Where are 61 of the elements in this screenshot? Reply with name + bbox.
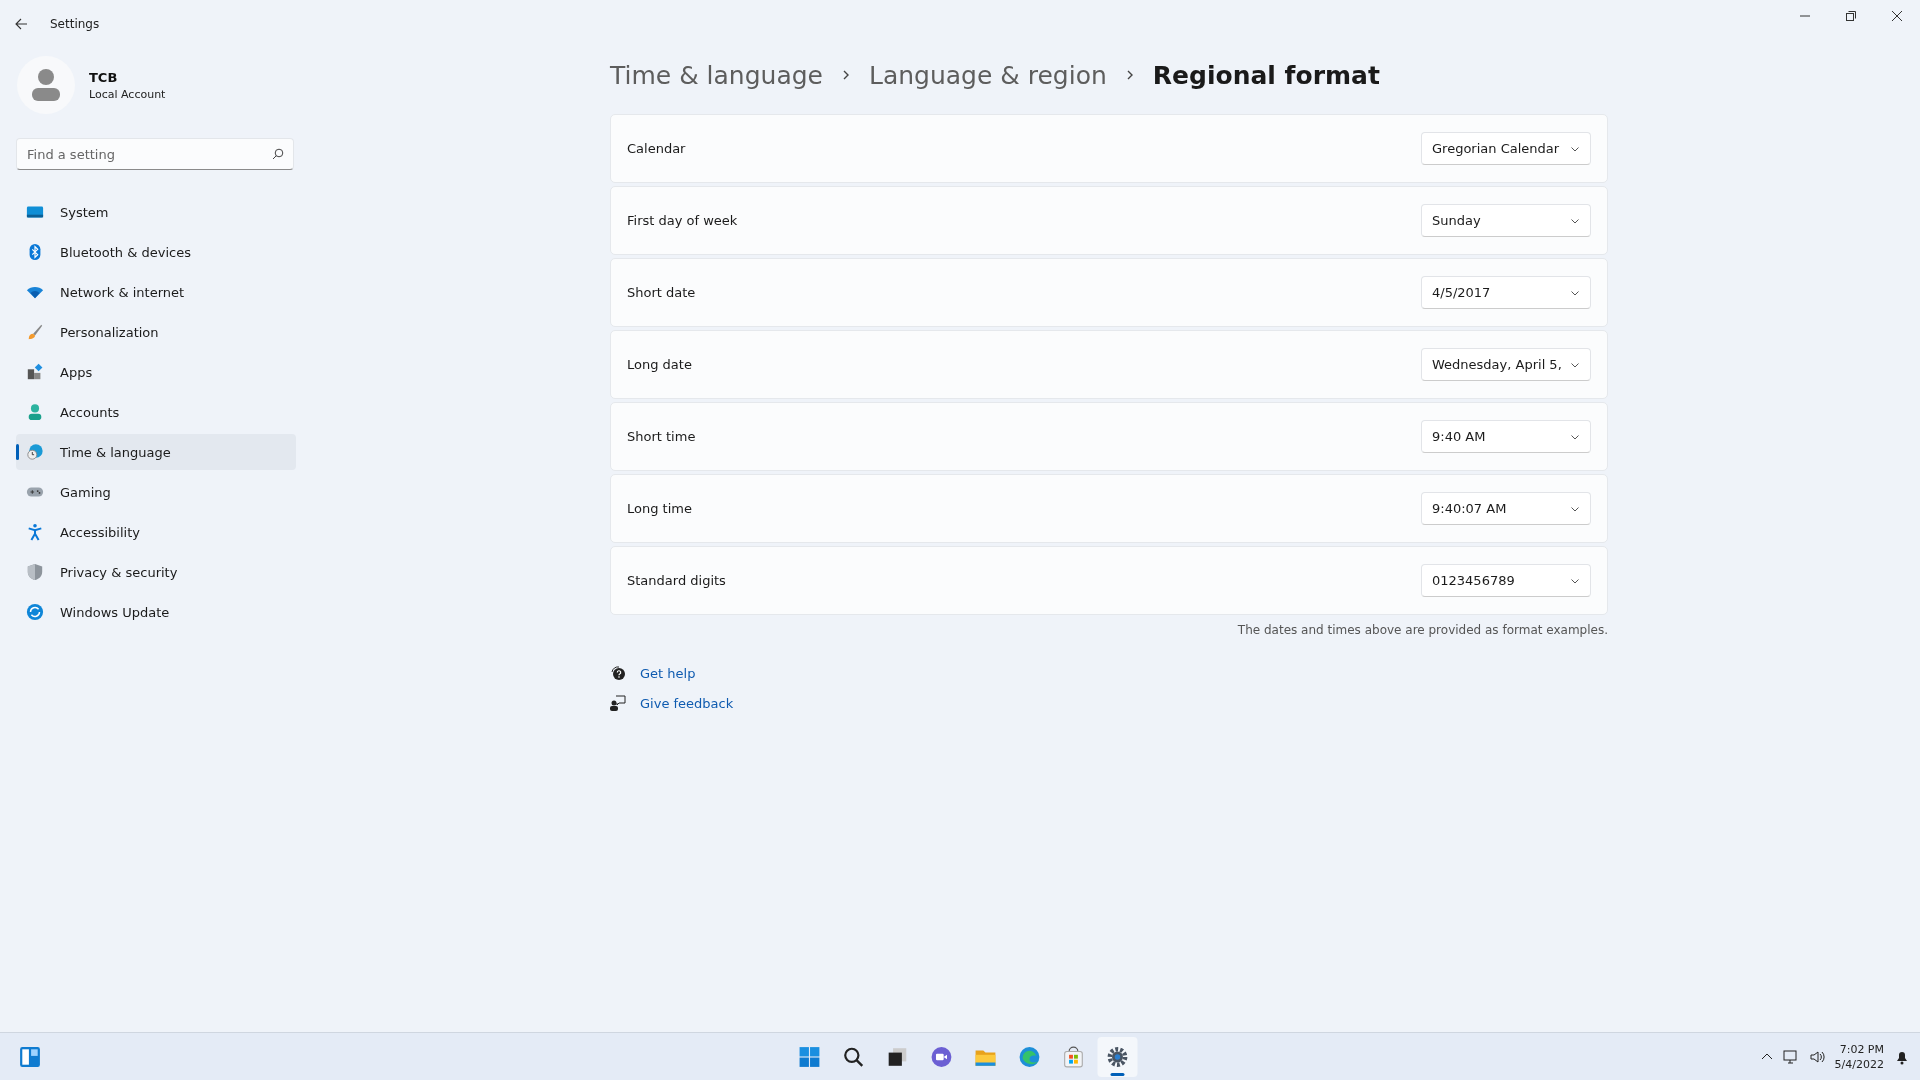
chat-icon bbox=[930, 1045, 953, 1068]
search-icon bbox=[842, 1045, 865, 1068]
nav-item[interactable]: Personalization bbox=[16, 314, 296, 350]
person-icon bbox=[26, 403, 44, 421]
close-icon bbox=[1892, 11, 1902, 21]
nav-item[interactable]: Windows Update bbox=[16, 594, 296, 630]
store-icon bbox=[1062, 1045, 1085, 1068]
nav-item[interactable]: Time & language bbox=[16, 434, 296, 470]
setting-label: First day of week bbox=[627, 213, 738, 228]
accessibility-icon bbox=[26, 523, 44, 541]
help-icon bbox=[610, 665, 626, 681]
browser-icon bbox=[1018, 1045, 1041, 1068]
format-dropdown[interactable]: Gregorian Calendar bbox=[1421, 132, 1591, 165]
search-icon bbox=[272, 148, 284, 160]
paintbrush-icon bbox=[26, 323, 44, 341]
nav-item[interactable]: Accounts bbox=[16, 394, 296, 430]
sync-icon bbox=[26, 603, 44, 621]
feedback-icon bbox=[610, 695, 626, 711]
task-view-icon bbox=[886, 1045, 909, 1068]
widgets-icon bbox=[19, 1045, 41, 1068]
search-field[interactable]: Find a setting bbox=[16, 138, 294, 170]
format-dropdown[interactable]: Wednesday, April 5, bbox=[1421, 348, 1591, 381]
format-dropdown[interactable]: 9:40:07 AM bbox=[1421, 492, 1591, 525]
setting-label: Calendar bbox=[627, 141, 686, 156]
restore-icon bbox=[1846, 11, 1856, 21]
format-dropdown[interactable]: 4/5/2017 bbox=[1421, 276, 1591, 309]
globe-clock-icon bbox=[26, 443, 44, 461]
breadcrumb-item: Regional format bbox=[1152, 60, 1380, 90]
person-silhouette-icon bbox=[31, 68, 61, 102]
speaker-icon[interactable] bbox=[1808, 1048, 1825, 1065]
setting-label: Standard digits bbox=[627, 573, 726, 588]
gear-icon bbox=[1106, 1045, 1129, 1068]
monitor-icon[interactable] bbox=[1782, 1048, 1799, 1065]
breadcrumb-item[interactable]: Language & region bbox=[868, 60, 1107, 90]
setting-label: Short time bbox=[627, 429, 696, 444]
help-link[interactable]: Get help bbox=[640, 665, 696, 681]
nav-item[interactable]: Bluetooth & devices bbox=[16, 234, 296, 270]
window-title: Settings bbox=[50, 17, 100, 31]
account-type: Local Account bbox=[89, 87, 166, 101]
breadcrumb-item[interactable]: Time & language bbox=[610, 60, 823, 90]
nav-item[interactable]: Gaming bbox=[16, 474, 296, 510]
nav-item[interactable]: Privacy & security bbox=[16, 554, 296, 590]
account-name: TCB bbox=[89, 69, 119, 85]
format-dropdown[interactable]: 0123456789 bbox=[1421, 564, 1591, 597]
start-icon bbox=[798, 1045, 821, 1068]
format-dropdown[interactable]: 9:40 AM bbox=[1421, 420, 1591, 453]
help-link[interactable]: Give feedback bbox=[640, 695, 734, 711]
format-note: The dates and times above are provided as format examples. bbox=[1236, 623, 1608, 637]
setting-label: Short date bbox=[627, 285, 696, 300]
nav-item[interactable]: Network & internet bbox=[16, 274, 296, 310]
nav-item[interactable]: System bbox=[16, 194, 296, 230]
setting-label: Long time bbox=[627, 501, 692, 516]
nav-item[interactable]: Accessibility bbox=[16, 514, 296, 550]
taskbar-app[interactable] bbox=[1097, 1036, 1138, 1077]
nav-item[interactable]: Apps bbox=[16, 354, 296, 390]
format-dropdown[interactable]: Sunday bbox=[1421, 204, 1591, 237]
clock[interactable]: 7:02 PM 5/4/2022 bbox=[1834, 1041, 1884, 1072]
apps-icon bbox=[26, 363, 44, 381]
setting-label: Long date bbox=[627, 357, 692, 372]
back-arrow-icon[interactable] bbox=[14, 17, 28, 31]
shield-icon bbox=[26, 563, 44, 581]
